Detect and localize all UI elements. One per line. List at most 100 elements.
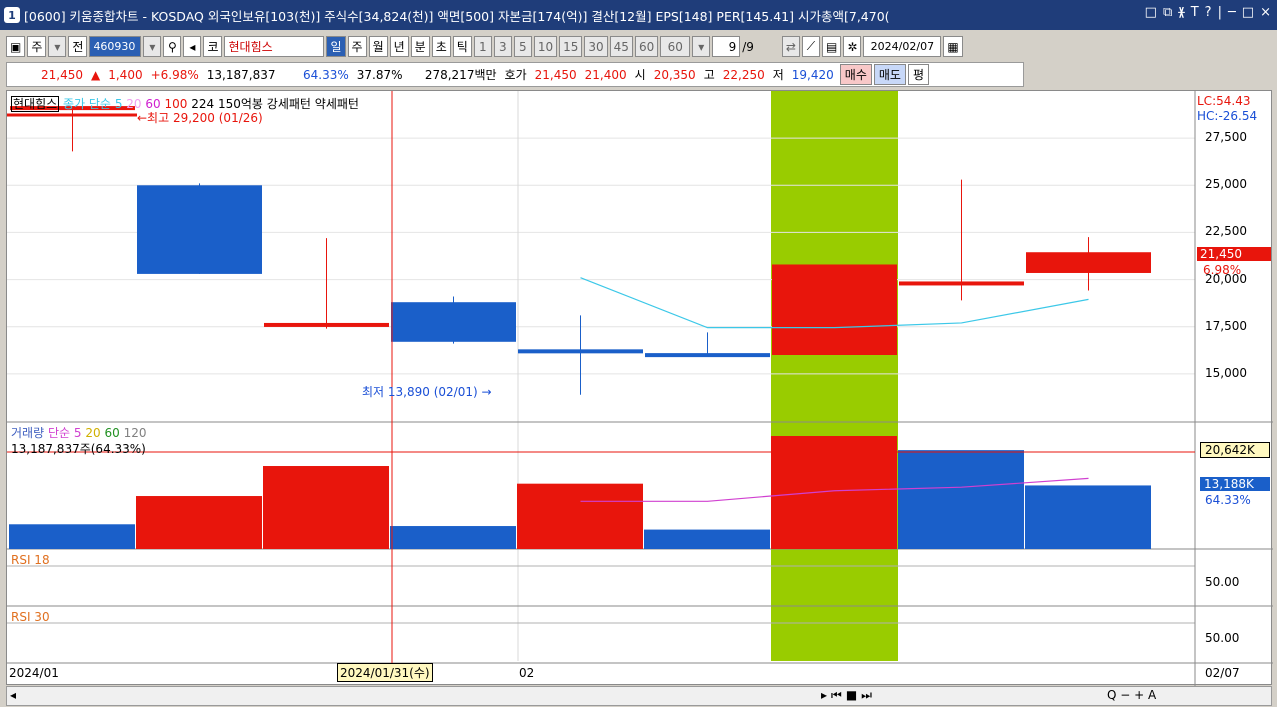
candle-body	[645, 353, 770, 358]
chart-svg	[7, 91, 1273, 686]
pin-icon[interactable]: ᚕ	[1178, 5, 1184, 20]
help-icon[interactable]: ?	[1205, 5, 1212, 20]
restore-icon[interactable]: □	[1145, 5, 1157, 20]
price: 21,450	[41, 67, 83, 82]
volume-cur-tag: 13,188K	[1200, 477, 1270, 491]
horizontal-scrollbar[interactable]: ◂ ▸⏮■⏭ Q − + A	[6, 686, 1272, 706]
interval-10[interactable]: 10	[533, 36, 558, 57]
ask: 21,450	[534, 67, 577, 82]
open-label: 시	[634, 68, 646, 82]
font-icon[interactable]: T	[1191, 5, 1199, 20]
interval-select[interactable]: 60	[660, 36, 691, 57]
lc-label: LC:54.43	[1197, 94, 1251, 108]
amount: 278,217백만	[424, 68, 497, 82]
layout-icon[interactable]: ▣	[6, 36, 26, 57]
compare-icon[interactable]: ⇄	[781, 36, 800, 57]
count-total: /9	[742, 39, 754, 54]
price-tag: 21,450	[1197, 247, 1271, 261]
volume-cur-pct: 64.33%	[1205, 493, 1251, 507]
chart-area[interactable]: 현대힘스 종가 단순 5 20 60 100 224 150억봉 강세패턴 약세…	[6, 90, 1273, 686]
time-mid: 02	[519, 666, 535, 680]
search-icon[interactable]: ⚲	[163, 36, 182, 57]
interval-60[interactable]: 60	[634, 36, 659, 57]
candle-body	[264, 322, 389, 327]
volume-max-tag: 20,642K	[1200, 442, 1270, 458]
candle-body	[899, 281, 1024, 286]
interval-15[interactable]: 15	[559, 36, 583, 57]
code-input[interactable]: 460930	[89, 36, 142, 57]
period-year[interactable]: 년	[389, 36, 409, 57]
window-index: 1	[4, 7, 20, 23]
eval-button[interactable]: 평	[907, 64, 930, 85]
bid: 21,400	[584, 67, 627, 82]
minimize-icon[interactable]: ─	[1228, 5, 1236, 20]
interval-1[interactable]: 1	[473, 36, 492, 57]
window-controls: □ ⧉ ᚕ T ? | ─ □ ×	[1145, 5, 1271, 20]
interval-30[interactable]: 30	[584, 36, 608, 57]
volume-ma-label: 단순	[47, 426, 71, 440]
zoom-tools[interactable]: Q − + A	[1107, 688, 1156, 702]
chevron-down-icon[interactable]: ▾	[692, 36, 711, 57]
period-tick[interactable]: 틱	[452, 36, 472, 57]
rsi30-title: RSI 30	[11, 610, 50, 624]
price-tick-label: 27,500	[1205, 130, 1247, 145]
sell-button[interactable]: 매도	[873, 64, 906, 85]
rsi18-title: RSI 18	[11, 553, 50, 567]
volume-bar	[771, 436, 897, 549]
chevron-down-icon[interactable]: ▾	[143, 36, 162, 57]
time-end: 02/07	[1205, 666, 1240, 680]
min-label: 최저 13,890 (02/01) →	[362, 385, 492, 399]
interval-3[interactable]: 3	[493, 36, 512, 57]
count-input[interactable]: 9	[712, 36, 741, 57]
high-label: 고	[703, 68, 715, 82]
candle-body	[772, 264, 897, 355]
interval-5[interactable]: 5	[513, 36, 532, 57]
corp-tag[interactable]: 코	[203, 36, 223, 57]
save-icon[interactable]: ▤	[821, 36, 842, 57]
turnover: 37.87%	[356, 67, 403, 82]
trend-icon[interactable]: ⟋	[801, 36, 820, 57]
prev-button[interactable]: 전	[68, 36, 88, 57]
chevron-down-icon[interactable]: ▾	[48, 36, 67, 57]
high: 22,250	[722, 67, 765, 82]
gear-icon[interactable]: ✲	[843, 36, 862, 57]
legend-ma5: 5	[114, 97, 123, 111]
volume-bar	[517, 483, 643, 549]
close-icon[interactable]: ×	[1260, 5, 1271, 20]
volume-bar	[644, 529, 770, 549]
candle-body	[391, 302, 516, 342]
up-arrow-icon: ▲	[91, 67, 101, 82]
speaker-icon[interactable]: ◂	[183, 36, 202, 57]
hoga-label: 호가	[504, 68, 527, 82]
low: 19,420	[791, 67, 834, 82]
date-input[interactable]: 2024/02/07	[863, 36, 942, 57]
period-day[interactable]: 일	[326, 36, 346, 57]
volume: 13,187,837	[206, 67, 276, 82]
buy-button[interactable]: 매수	[839, 64, 872, 85]
legend-pattern3: 약세패턴	[314, 97, 359, 111]
legend-name[interactable]: 현대힘스	[11, 96, 60, 112]
main-toolbar: ▣ 주 ▾ 전 460930 ▾ ⚲ ◂ 코 현대힘스 일 주 월 년 분 초 …	[0, 33, 1277, 60]
period-second[interactable]: 초	[431, 36, 451, 57]
period-month[interactable]: 월	[368, 36, 388, 57]
price-tick-label: 22,500	[1205, 224, 1247, 239]
price-tick-label: 15,000	[1205, 365, 1247, 380]
candle-body	[137, 185, 262, 274]
playback-controls[interactable]: ▸⏮■⏭	[821, 688, 876, 703]
volume-bar	[263, 466, 389, 549]
calendar-icon[interactable]: ▦	[943, 36, 963, 57]
tile-icon[interactable]: ⧉	[1163, 5, 1172, 20]
interval-45[interactable]: 45	[609, 36, 633, 57]
maximize-icon[interactable]: □	[1242, 5, 1254, 20]
volume-legend: 거래량 단순 5 20 60 120	[11, 424, 146, 441]
period-minute[interactable]: 분	[410, 36, 430, 57]
time-start: 2024/01	[9, 666, 59, 680]
period-week[interactable]: 주	[347, 36, 367, 57]
hc-label: HC:-26.54	[1197, 109, 1258, 123]
volume-bar	[136, 496, 262, 549]
market-select[interactable]: 주	[27, 36, 47, 57]
low-label: 저	[772, 68, 784, 82]
change-pct: +6.98%	[150, 67, 199, 82]
scroll-left-icon[interactable]: ◂	[10, 688, 16, 702]
volume-ma5: 5	[73, 426, 82, 440]
